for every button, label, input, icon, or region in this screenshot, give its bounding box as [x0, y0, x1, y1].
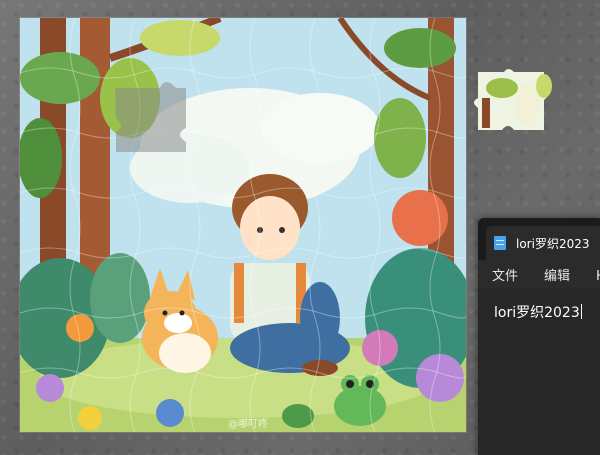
- notepad-icon: [494, 236, 506, 250]
- document-tab[interactable]: lori罗织2023: [486, 226, 600, 260]
- editor-text: lori罗织2023: [494, 305, 580, 321]
- text-editor[interactable]: lori罗织2023: [478, 288, 600, 455]
- puzzle-artwork: [20, 18, 466, 432]
- jigsaw-puzzle-board[interactable]: @哪叮咚: [20, 18, 466, 432]
- watermark-text: @哪叮咚: [228, 419, 268, 430]
- menu-file[interactable]: 文件: [492, 265, 518, 284]
- text-caret: [580, 304, 582, 319]
- notepad-window[interactable]: lori罗织2023 文件 编辑 H 也 lori罗织2023: [478, 218, 600, 455]
- menu-edit[interactable]: 编辑: [544, 265, 570, 284]
- menu-bar: 文件 编辑 H 也: [478, 260, 600, 288]
- tab-strip: lori罗织2023: [478, 218, 600, 260]
- tab-title: lori罗织2023: [516, 236, 590, 251]
- loose-puzzle-piece[interactable]: [472, 68, 558, 138]
- menu-view[interactable]: H 也: [596, 265, 600, 284]
